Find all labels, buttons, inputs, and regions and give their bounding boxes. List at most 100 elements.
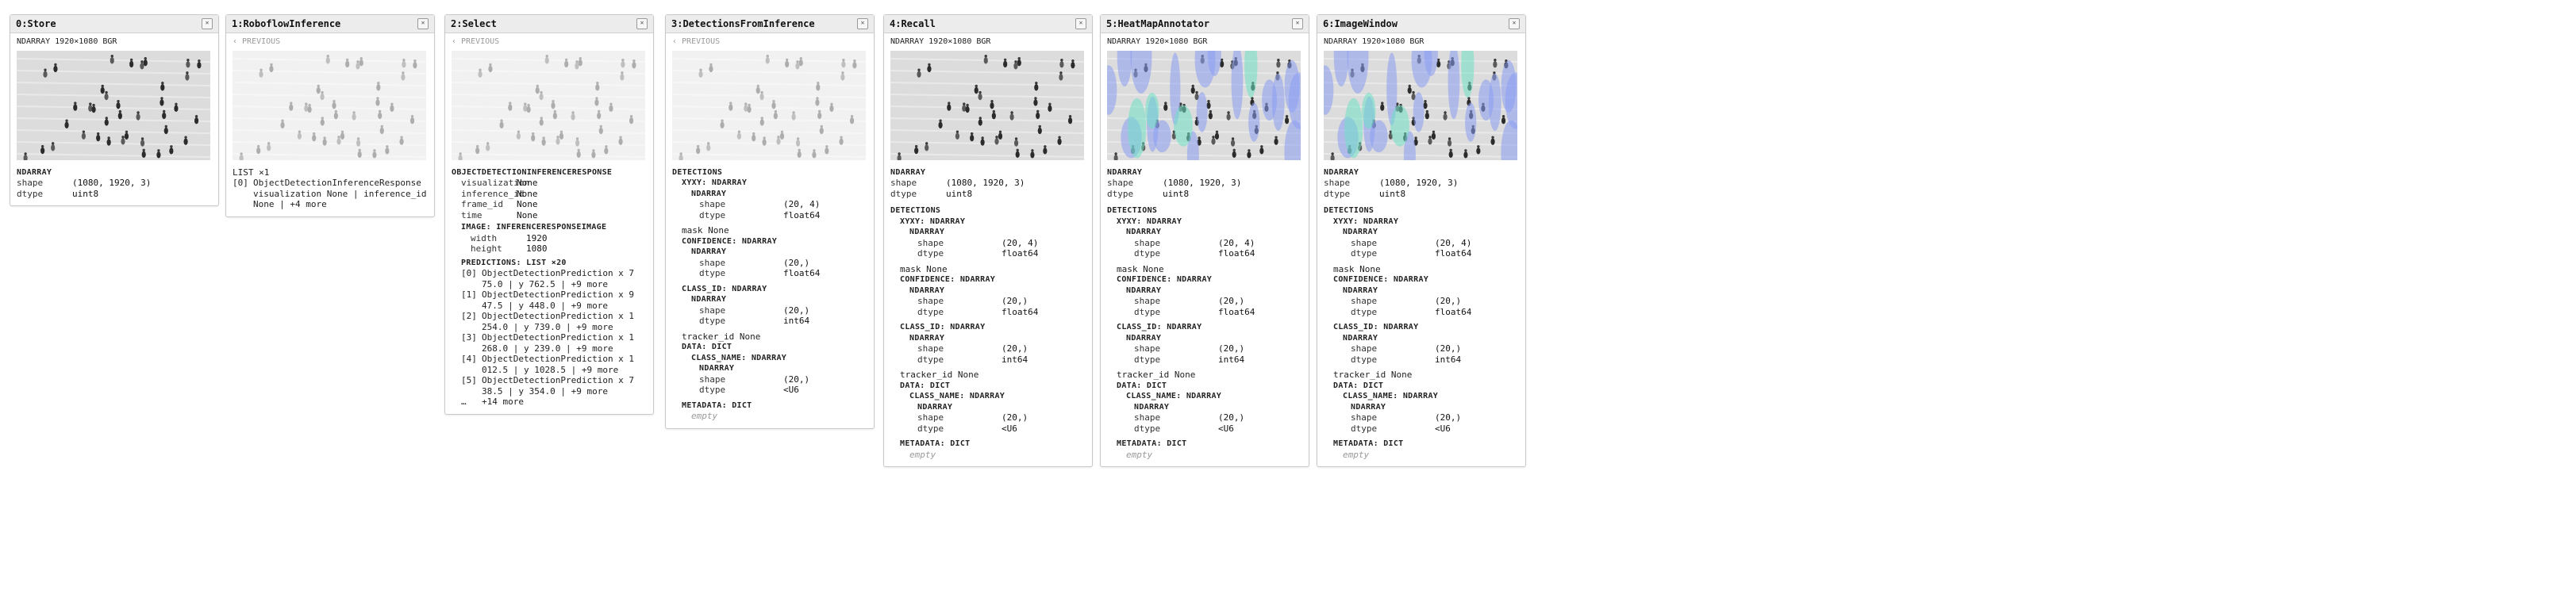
card-header[interactable]: 4:Recall ✕ bbox=[884, 15, 1092, 33]
card-title: 2:Select bbox=[451, 18, 497, 29]
field-key: height bbox=[471, 243, 502, 254]
tracker-id-key: tracker_id bbox=[682, 331, 735, 342]
dtype-key: dtype bbox=[1107, 188, 1134, 199]
field-value: int64 bbox=[1002, 354, 1028, 365]
close-icon[interactable]: ✕ bbox=[1292, 18, 1303, 29]
field-value: (20,) bbox=[1002, 296, 1028, 306]
mask-value: None bbox=[708, 225, 729, 236]
field-key: shape bbox=[699, 199, 726, 209]
node-card-store[interactable]: 0:Store ✕ NDARRAY 1920×1080 BGR NDARRAY … bbox=[10, 14, 219, 206]
card-header[interactable]: 2:Select ✕ bbox=[445, 15, 653, 33]
close-icon[interactable]: ✕ bbox=[636, 18, 648, 29]
prediction-item[interactable]: [0] ObjectDetectionPrediction x 775.0 | y… bbox=[452, 268, 647, 289]
dtype-value: uint8 bbox=[946, 188, 973, 199]
image-preview bbox=[17, 50, 210, 160]
predictions-more[interactable]: … +14 more bbox=[452, 397, 647, 408]
field-key: dtype bbox=[1351, 248, 1378, 259]
detections-header: DETECTIONS bbox=[672, 167, 723, 177]
card-header[interactable]: 5:HeatMapAnnotator ✕ bbox=[1101, 15, 1309, 33]
shape-value: (1080, 1920, 3) bbox=[946, 178, 1025, 188]
close-icon[interactable]: ✕ bbox=[417, 18, 429, 29]
detections-block: DETECTIONS XYXY: NDARRAY NDARRAY shape (20, … bbox=[672, 167, 867, 422]
close-icon[interactable]: ✕ bbox=[1075, 18, 1086, 29]
tracker-id-key: tracker_id bbox=[1117, 370, 1170, 380]
close-icon[interactable]: ✕ bbox=[202, 18, 213, 29]
class-name-shape: shape (20,) bbox=[1324, 412, 1519, 423]
node-card-detections-from-inference[interactable]: 3:DetectionsFromInference ✕ ‹ PREVIOUS D… bbox=[665, 14, 875, 429]
heat-blob bbox=[1344, 98, 1363, 158]
prediction-index: [3] bbox=[461, 332, 477, 343]
dtype-value: uint8 bbox=[72, 188, 99, 199]
field-key: dtype bbox=[1134, 423, 1161, 434]
field-value: (20, 4) bbox=[1218, 237, 1255, 248]
field-key: time bbox=[461, 209, 483, 220]
prediction-item[interactable]: [2] ObjectDetectionPrediction x 1254.0 | … bbox=[452, 311, 647, 332]
card-header[interactable]: 3:DetectionsFromInference ✕ bbox=[666, 15, 874, 33]
node-card-select[interactable]: 2:Select ✕ ‹ PREVIOUS OBJECTDETECTIONINF… bbox=[444, 14, 654, 415]
card-title: 3:DetectionsFromInference bbox=[671, 18, 815, 29]
field-value: int64 bbox=[1435, 354, 1462, 365]
detections-header: DETECTIONS bbox=[1324, 206, 1375, 215]
list-item-text: ObjectDetectionInferenceResponse visuali… bbox=[253, 178, 427, 209]
close-icon[interactable]: ✕ bbox=[857, 18, 868, 29]
mask-row: mask None bbox=[1324, 264, 1519, 275]
card-header[interactable]: 0:Store ✕ bbox=[10, 15, 218, 33]
prediction-item[interactable]: [1] ObjectDetectionPrediction x 947.5 | y… bbox=[452, 289, 647, 311]
shape-value: (1080, 1920, 3) bbox=[72, 178, 152, 188]
list-item: [0] ObjectDetectionInferenceResponse vis… bbox=[233, 178, 428, 210]
previous-link[interactable]: ‹ PREVIOUS bbox=[452, 36, 647, 48]
node-card-roboflow-inference[interactable]: 1:RoboflowInference ✕ ‹ PREVIOUS LIST ×1… bbox=[225, 14, 435, 217]
data-dict-header: DATA: DICT bbox=[1117, 381, 1167, 390]
mask-value: None bbox=[926, 263, 948, 274]
field-value: None bbox=[517, 178, 538, 188]
mask-row: mask None bbox=[890, 264, 1086, 275]
field-key: dtype bbox=[1351, 306, 1378, 317]
field-value: (20,) bbox=[1002, 412, 1028, 423]
class-id-header: CLASS_ID: NDARRAY bbox=[1117, 323, 1202, 331]
tracker-id-row: tracker_id None bbox=[890, 370, 1086, 381]
prediction-item[interactable]: [4] ObjectDetectionPrediction x 1012.5 | … bbox=[452, 354, 647, 375]
prediction-item[interactable]: [5] ObjectDetectionPrediction x 738.5 | y… bbox=[452, 375, 647, 397]
field-value: (20,) bbox=[1435, 296, 1462, 306]
node-card-heatmap-annotator[interactable]: 5:HeatMapAnnotator ✕ NDARRAY 1920×1080 B… bbox=[1100, 14, 1309, 467]
field-value: <U6 bbox=[1435, 423, 1451, 434]
prediction-text: ObjectDetectionPrediction x 1012.5 | y 1… bbox=[482, 354, 635, 375]
class-id-shape: shape (20,) bbox=[1107, 343, 1302, 354]
ndarray-label: NDARRAY bbox=[909, 228, 945, 236]
select-field-0: visualization None bbox=[452, 178, 647, 189]
previous-link[interactable]: ‹ PREVIOUS bbox=[672, 36, 867, 48]
class-name-shape: shape (20,) bbox=[890, 412, 1086, 423]
previous-link[interactable]: ‹ PREVIOUS bbox=[233, 36, 428, 48]
class-id-header: CLASS_ID: NDARRAY bbox=[900, 323, 986, 331]
select-field-1: inference_id None bbox=[452, 189, 647, 200]
prediction-item[interactable]: [3] ObjectDetectionPrediction x 1268.0 | … bbox=[452, 332, 647, 354]
heat-blob bbox=[1262, 79, 1278, 121]
field-key: shape bbox=[1351, 237, 1378, 248]
image-preview bbox=[1107, 50, 1301, 160]
field-key: dtype bbox=[699, 385, 726, 395]
ndarray-label: NDARRAY bbox=[1134, 402, 1170, 412]
prediction-text: ObjectDetectionPrediction x 1254.0 | y 7… bbox=[482, 311, 635, 332]
card-header[interactable]: 6:ImageWindow ✕ bbox=[1317, 15, 1525, 33]
field-key: dtype bbox=[699, 316, 726, 326]
xyxy-shape: shape (20, 4) bbox=[1324, 238, 1519, 249]
field-key: dtype bbox=[1351, 423, 1378, 434]
card-title: 1:RoboflowInference bbox=[232, 18, 341, 29]
heat-blob bbox=[1145, 92, 1159, 128]
node-card-recall[interactable]: 4:Recall ✕ NDARRAY 1920×1080 BGR NDARRAY… bbox=[883, 14, 1093, 467]
tracker-id-key: tracker_id bbox=[900, 370, 953, 380]
more-marker: … bbox=[461, 397, 467, 407]
node-card-image-window[interactable]: 6:ImageWindow ✕ NDARRAY 1920×1080 BGR ND… bbox=[1317, 14, 1526, 467]
field-value: float64 bbox=[1435, 306, 1472, 317]
close-icon[interactable]: ✕ bbox=[1509, 18, 1520, 29]
ndarray-label: NDARRAY bbox=[691, 247, 727, 256]
card-header[interactable]: 1:RoboflowInference ✕ bbox=[226, 15, 434, 33]
image-meta: NDARRAY 1920×1080 BGR bbox=[890, 37, 991, 46]
shape-value: (1080, 1920, 3) bbox=[1163, 178, 1242, 188]
field-value: <U6 bbox=[783, 385, 799, 395]
ndarray-label: NDARRAY bbox=[909, 333, 945, 343]
tracker-id-value: None bbox=[957, 370, 979, 380]
ndarray-label: NDARRAY bbox=[1343, 285, 1378, 295]
heat-blob bbox=[1244, 50, 1258, 98]
